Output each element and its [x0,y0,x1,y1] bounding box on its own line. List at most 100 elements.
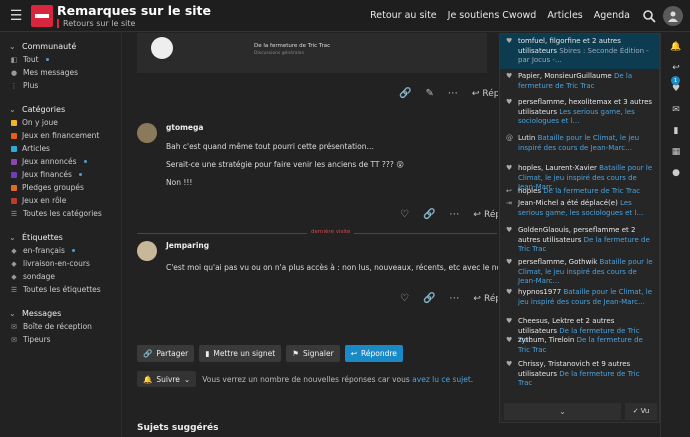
sidebar-item-category[interactable]: Jeux en financement [0,129,121,142]
bookmark-icon[interactable]: ▮ [668,123,684,139]
mark-read-button[interactable]: ✓ Vu [625,402,657,420]
sidebar-item-mes-messages[interactable]: ● Mes messages [0,66,121,79]
notification-item[interactable]: ♥ GoldenGlaouis, perseflamme et 2 autres … [500,223,659,258]
list-icon: ☰ [10,209,18,218]
reply-button[interactable]: ↩Répo [472,89,498,99]
list-icon: ☰ [10,285,18,294]
post-text: C'est moi qu'ai pas vu ou on n'a plus ac… [166,263,498,272]
edit-icon[interactable]: ✎ [425,88,433,99]
header-nav: Retour au site Je soutiens Cwowd Article… [370,10,630,21]
user-avatar[interactable] [663,6,683,26]
user-menu-rail: 🔔 ↩ ♥ ✉ ▮ ▦ ● [660,33,690,437]
sidebar-section-categories[interactable]: ⌄ Catégories [0,102,121,116]
grid-icon[interactable]: ▦ [668,144,684,160]
more-icon[interactable]: ⋯ [449,293,459,304]
sidebar-item-plus[interactable]: ⋮ Plus [0,79,121,92]
sidebar-item-category[interactable]: Jeux annoncés [0,155,121,168]
sidebar-item-tag[interactable]: ◆ en-français [0,244,121,257]
reply-topic-button[interactable]: ↩ Répondre [344,345,403,362]
sidebar-item-tag[interactable]: ◆ livraison-en-cours [0,257,121,270]
nav-agenda[interactable]: Agenda [594,10,630,21]
sidebar-item-category[interactable]: Jeux financés [0,168,121,181]
notification-actor: hypnos1977 [518,288,562,296]
sidebar-section-etiquettes[interactable]: ⌄ Étiquettes [0,230,121,244]
sidebar-item-category[interactable]: Pledges groupés [0,181,121,194]
heart-icon: ♥ [506,37,513,45]
sidebar-item-label: Articles [22,144,50,153]
sidebar-section-messages[interactable]: ⌄ Messages [0,306,121,320]
button-label: Mettre un signet [213,349,276,358]
notification-item[interactable]: ♥ tomfuel, filgorfine et 2 autres utilisa… [500,34,659,69]
layers-icon: ◧ [10,55,18,64]
sidebar-item-inbox[interactable]: ✉ Boîte de réception [0,320,121,333]
notification-level: 🔔 Suivre ⌄ Vous verrez un nombre de nouv… [137,371,473,387]
sidebar-item-category[interactable]: Articles [0,142,121,155]
nav-articles[interactable]: Articles [547,10,582,21]
bookmark-button[interactable]: ▮ Mettre un signet [199,345,282,362]
reply-button[interactable]: ↩Répo [473,210,498,220]
search-icon[interactable] [639,6,659,26]
sidebar-item-all-categories[interactable]: ☰ Toutes les catégories [0,207,121,220]
post-username[interactable]: gtomega [166,123,203,132]
hamburger-icon[interactable]: ☰ [6,6,26,26]
chevron-down-icon: ⌄ [9,232,16,242]
show-more-button[interactable]: ⌄ [504,402,621,420]
avatar[interactable] [137,123,157,143]
sidebar-item-tout[interactable]: ◧ Tout [0,53,121,66]
heart-icon[interactable]: ♡ [400,293,409,304]
envelope-icon: ✉ [11,335,17,344]
reply-icon[interactable]: ↩ [668,60,684,76]
notification-item[interactable]: ♥ zythum, Tireloin De la fermeture de Tri… [500,333,659,358]
nav-soutiens[interactable]: Je soutiens Cwowd [448,10,537,21]
sidebar-item-category[interactable]: On y joue [0,116,121,129]
topic-title[interactable]: Remarques sur le site [57,3,211,18]
link-icon[interactable]: 🔗 [399,88,411,99]
sidebar-item-tipeurs[interactable]: ✉ Tipeurs [0,333,121,346]
sidebar-section-communaute[interactable]: ⌄ Communauté [0,39,121,53]
sidebar-item-label: sondage [23,272,55,281]
unread-dot [83,160,87,163]
share-button[interactable]: 🔗 Partager [137,345,195,362]
at-icon: @ [506,134,513,142]
site-logo[interactable] [31,5,53,27]
notification-item[interactable]: ♥ Chrissy, Tristanovich et 9 autres utili… [500,357,659,392]
sidebar-item-label: Toutes les étiquettes [23,285,101,294]
heart-icon[interactable]: ♡ [400,209,409,220]
flag-button[interactable]: ⚑ Signaler [286,345,340,362]
reply-icon: ↩ [350,349,357,358]
more-icon[interactable]: ⋯ [448,88,458,99]
link-icon[interactable]: 🔗 [423,293,435,304]
topic-category[interactable]: Retours sur le site [57,19,211,28]
sidebar-item-all-tags[interactable]: ☰ Toutes les étiquettes [0,283,121,296]
button-label: Signaler [302,349,334,358]
more-icon[interactable]: ⋯ [449,209,459,220]
avatar[interactable] [137,241,157,261]
envelope-icon[interactable]: ✉ [668,102,684,118]
notification-item[interactable]: ♥ perseflamme, hexolitemax et 3 autres ut… [500,95,659,130]
follow-dropdown[interactable]: 🔔 Suivre ⌄ [137,371,197,387]
user-icon: ● [10,68,18,77]
bell-icon[interactable]: 🔔 [668,39,684,55]
check-icon: ✓ [632,407,639,415]
chevron-down-icon: ⌄ [9,308,16,318]
sidebar-item-label: livraison-en-cours [23,259,90,268]
sidebar-item-category[interactable]: Jeux en rôle [0,194,121,207]
sidebar-item-label: Tipeurs [23,335,51,344]
notification-item[interactable]: ♥ hypnos1977 Bataille pour le Climat, le … [500,285,659,310]
notification-topic: De la fermeture de Tric Trac [543,187,641,195]
read-topic-link[interactable]: avez lu ce sujet [412,375,471,384]
notification-item[interactable]: @ Lutin Bataille pour le Climat, le jeu i… [500,131,659,156]
nav-retour[interactable]: Retour au site [370,10,437,21]
reply-button[interactable]: ↩Répo [473,294,498,304]
chevron-down-icon: ⌄ [9,41,16,51]
section-title: Catégories [22,104,66,114]
notifications-panel: ♥ tomfuel, filgorfine et 2 autres utilisa… [499,33,660,423]
link-icon[interactable]: 🔗 [423,209,435,220]
notification-item[interactable]: ♥ Papier, MonsieurGuillaume De la fermetu… [500,69,659,94]
follow-label: Suivre [156,374,180,384]
notification-item[interactable]: ⇥ Jean-Michel a été déplacé(e) Les seriou… [500,196,659,221]
sidebar-item-tag[interactable]: ◆ sondage [0,270,121,283]
tag-icon: ◆ [11,246,17,255]
user-icon[interactable]: ● [668,165,684,181]
post-username[interactable]: Jemparing [166,241,209,250]
